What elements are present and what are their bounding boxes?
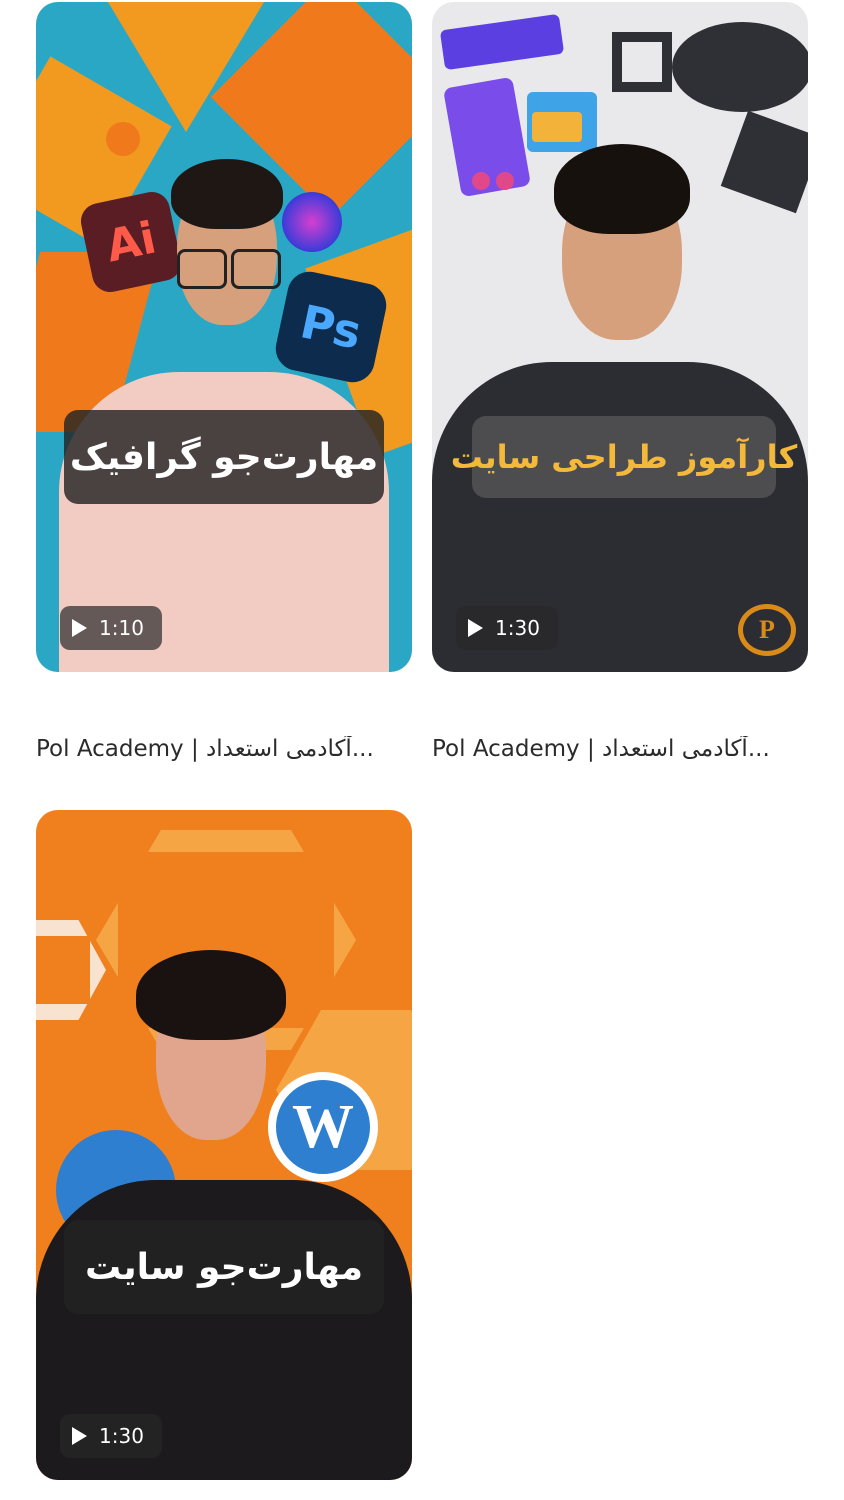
video-title-banner: مهارت‌جو سایت xyxy=(64,1220,384,1314)
duration-text: 1:10 xyxy=(99,616,144,640)
video-title: مهارت‌جو گرافیک xyxy=(69,436,379,478)
video-caption[interactable]: Pol Academy | آکادمی استعداد... xyxy=(36,736,412,762)
video-card-1[interactable]: Ai Ps مهارت‌جو گرافیک 1:10 Pol Academy |… xyxy=(36,2,412,762)
video-caption[interactable]: Pol Academy | آکادمی استعداد... xyxy=(432,736,808,762)
video-thumbnail[interactable]: Ai Ps مهارت‌جو گرافیک 1:10 xyxy=(36,2,412,672)
play-icon xyxy=(72,619,87,637)
play-icon xyxy=(72,1427,87,1445)
video-title-banner: مهارت‌جو گرافیک xyxy=(64,410,384,504)
play-icon xyxy=(468,619,483,637)
presenter-image xyxy=(432,142,808,672)
video-thumbnail[interactable]: W مهارت‌جو سایت 1:30 xyxy=(36,810,412,1480)
duration-text: 1:30 xyxy=(99,1424,144,1448)
video-title-banner: کارآموز طراحی سایت xyxy=(451,416,797,498)
video-card-2[interactable]: کارآموز طراحی سایت 1:30 P Pol Academy | … xyxy=(432,2,808,762)
video-card-3[interactable]: W مهارت‌جو سایت 1:30 xyxy=(36,810,412,1480)
duration-badge: 1:30 xyxy=(456,606,558,650)
presenter-image xyxy=(36,950,412,1480)
duration-text: 1:30 xyxy=(495,616,540,640)
duration-badge: 1:30 xyxy=(60,1414,162,1458)
duration-badge: 1:10 xyxy=(60,606,162,650)
video-thumbnail[interactable]: کارآموز طراحی سایت 1:30 P xyxy=(432,2,808,672)
pol-academy-logo-icon: P xyxy=(738,604,796,656)
video-title: مهارت‌جو سایت xyxy=(84,1246,364,1288)
video-title: کارآموز طراحی سایت xyxy=(450,438,798,476)
